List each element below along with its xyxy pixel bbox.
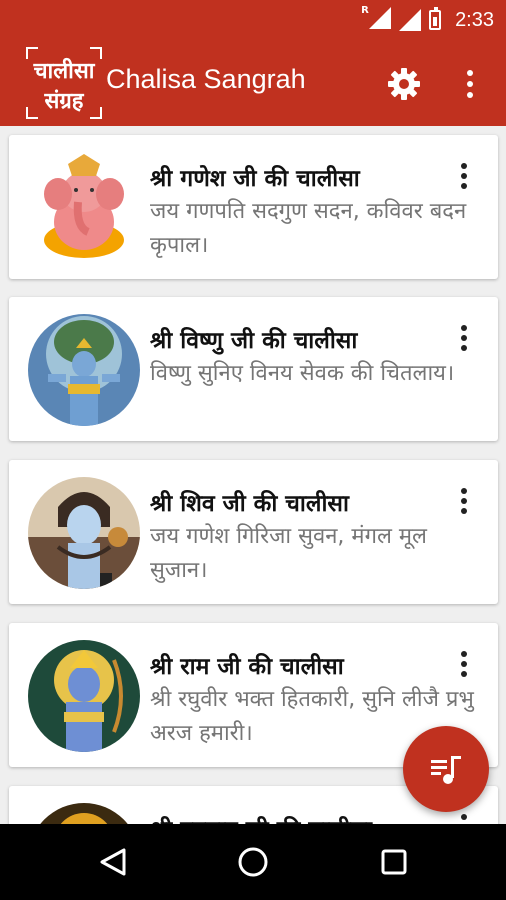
card-more-button[interactable] [458,325,470,355]
app-bar: चालीसा संग्रह Chalisa Sangrah [0,40,506,126]
nav-recents-button[interactable] [376,844,412,880]
settings-button[interactable] [384,64,424,104]
recents-icon [381,849,407,875]
ram-image [28,640,140,752]
signal-icon [399,9,422,31]
chalisa-list: श्री गणेश जी की चालीसा जय गणपति सदगुण सद… [0,126,506,824]
card-title: श्री शिव जी की चालीसा [150,491,349,517]
home-icon [238,847,268,877]
card-title: श्री राम जी की चालीसा [150,654,344,680]
status-bar: R 2:33 [0,0,506,40]
roaming-label: R [361,5,369,16]
navigation-bar [0,824,506,900]
hanuman-image [28,803,140,824]
playlist-fab-button[interactable] [403,726,489,812]
card-more-button[interactable] [458,814,470,824]
card-subtitle: जय गणपति सदगुण सदन, कविवर बदन कृपाल। [150,199,467,258]
back-icon [100,848,126,876]
card-title: श्री हनुमान जी की चालीसा [150,812,372,824]
status-time: 2:33 [455,8,494,31]
card-subtitle: विष्णु सुनिए विनय सेवक की चितलाय। [150,361,455,386]
overflow-menu-button[interactable] [458,66,482,102]
logo-text-line1: चालीसा [33,59,95,84]
card-more-button[interactable] [458,488,470,518]
status-icons: R 2:33 [361,5,494,34]
battery-icon [429,7,442,30]
ganesh-image [28,152,140,264]
settings-icon [388,68,420,100]
app-title: Chalisa Sangrah [106,64,306,94]
roaming-signal-icon: R [361,5,392,33]
shiv-image [28,477,140,589]
nav-back-button[interactable] [96,844,132,880]
card-subtitle: जय गणेश गिरिजा सुवन, मंगल मूल सुजान। [150,524,427,583]
card-title: श्री गणेश जी की चालीसा [150,166,360,192]
nav-home-button[interactable] [235,844,271,880]
card-title: श्री विष्णु जी की चालीसा [150,328,358,354]
chalisa-card-ganesh[interactable]: श्री गणेश जी की चालीसा जय गणपति सदगुण सद… [9,135,498,279]
logo-text-line2: संग्रह [44,89,84,114]
chalisa-card-vishnu[interactable]: श्री विष्णु जी की चालीसा विष्णु सुनिए वि… [9,297,498,441]
vishnu-image [28,314,140,426]
card-more-button[interactable] [458,651,470,681]
chalisa-card-shiv[interactable]: श्री शिव जी की चालीसा जय गणेश गिरिजा सुव… [9,460,498,604]
more-vert-icon [467,70,473,98]
card-more-button[interactable] [458,163,470,193]
app-logo: चालीसा संग्रह [26,47,102,119]
playlist-music-icon [431,756,461,784]
